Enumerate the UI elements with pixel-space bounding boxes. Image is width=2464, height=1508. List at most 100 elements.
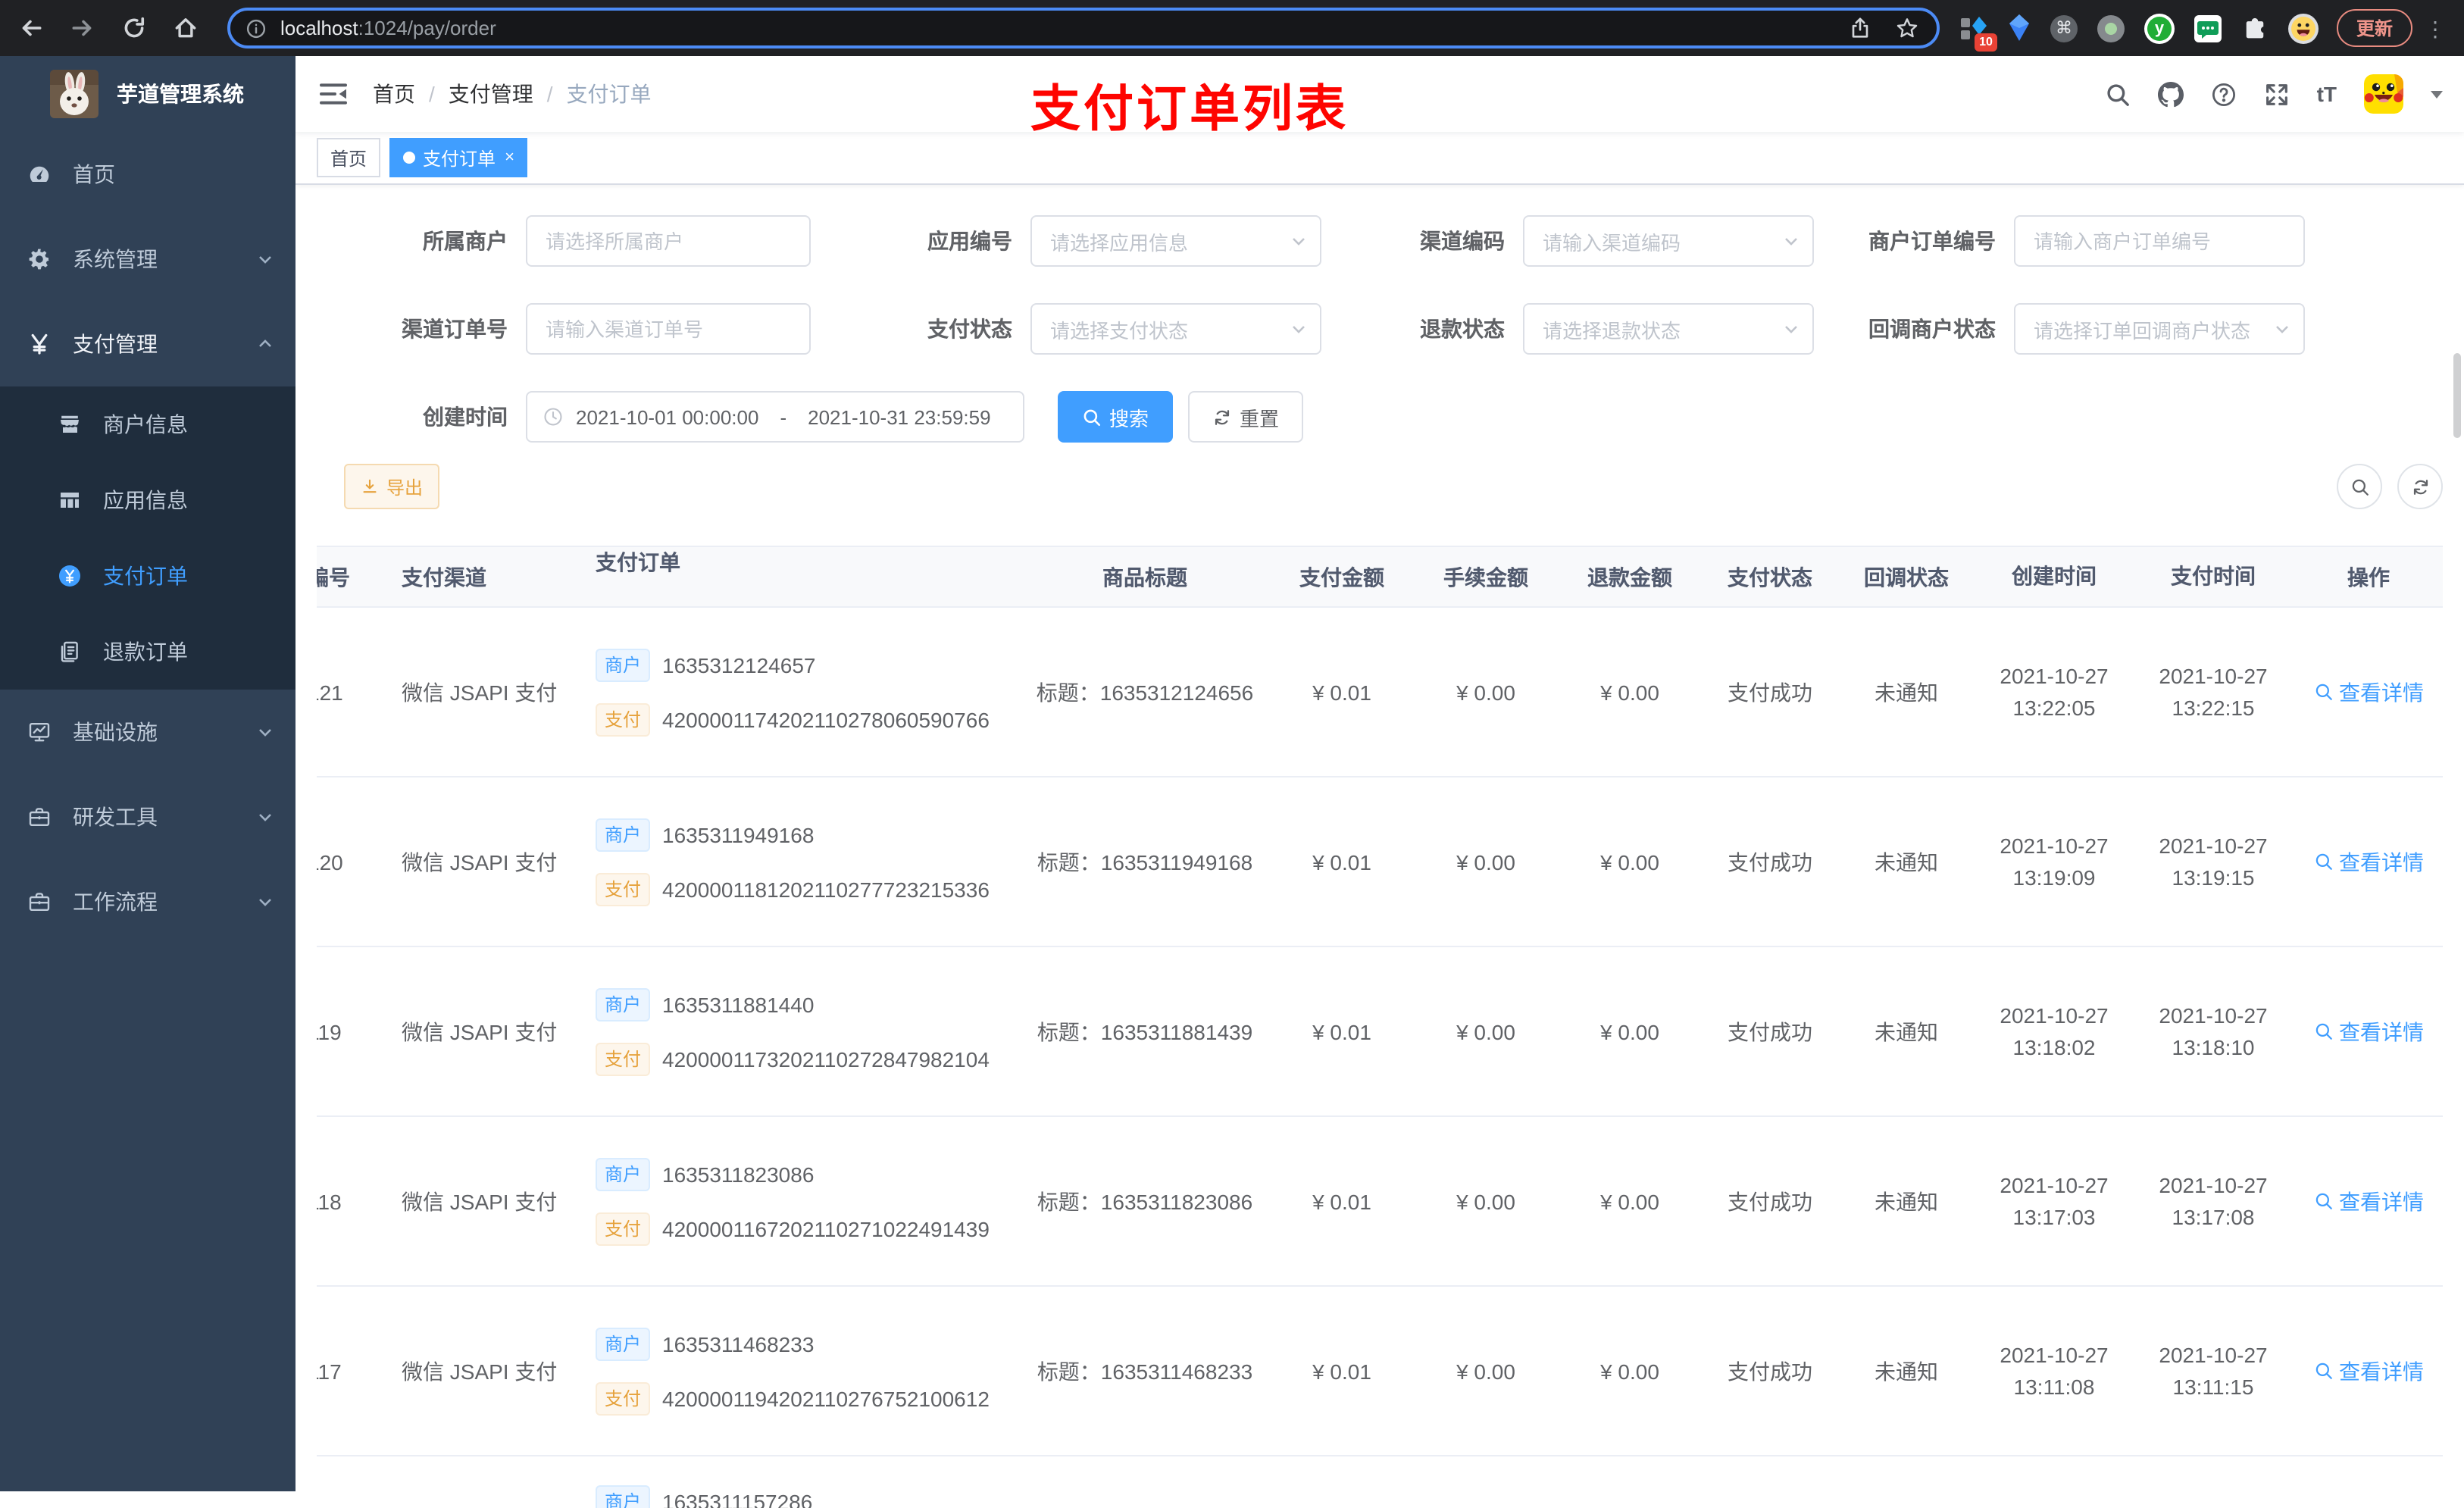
- cell-action: 查看详情: [2293, 1117, 2443, 1285]
- filter-label-channel-order-no: 渠道订单号: [402, 317, 508, 341]
- chevron-down-icon: [256, 893, 274, 911]
- filter-label-merchant: 所属商户: [423, 229, 508, 253]
- sidebar-item-merchant-info[interactable]: 商户信息: [0, 386, 295, 462]
- cell-pay-status: 支付成功: [1728, 1189, 1812, 1213]
- sidebar-item-pay-order[interactable]: 支付订单: [0, 538, 295, 614]
- table-row: 117 微信 JSAPI 支付 商户 1635311468233 支付 4200…: [317, 1287, 2443, 1456]
- avatar-caret-icon[interactable]: [2431, 90, 2443, 98]
- extension-y-icon[interactable]: y: [2143, 13, 2175, 43]
- export-button[interactable]: 导出: [344, 464, 440, 509]
- font-size-icon[interactable]: tT: [2317, 82, 2337, 106]
- github-icon[interactable]: [2157, 81, 2184, 107]
- address-bar[interactable]: localhost:1024/pay/order: [227, 8, 1940, 48]
- page: localhost:1024/pay/order 10 ⌘ y 更新 ⋮ 芋道管…: [0, 0, 2464, 1508]
- view-detail-link[interactable]: 查看详情: [2313, 1186, 2424, 1216]
- page-scrollbar[interactable]: [2453, 353, 2461, 438]
- sidebar-item-system[interactable]: 系统管理: [0, 217, 295, 302]
- tag-pay-order[interactable]: 支付订单 ×: [389, 138, 528, 177]
- browser-reload-icon[interactable]: [121, 15, 147, 41]
- extension-dot-icon[interactable]: [2097, 14, 2125, 42]
- table-row: 118 微信 JSAPI 支付 商户 1635311823086 支付 4200…: [317, 1117, 2443, 1287]
- sidebar: 芋道管理系统 首页 系统管理 支付管理 商户信息 应用信息 支付订单 退款订单 …: [0, 56, 295, 1491]
- range-start-value: 2021-10-01 00:00:00: [576, 405, 759, 428]
- browser-extensions: 10 ⌘ y: [1958, 13, 2319, 51]
- tag-home[interactable]: 首页: [317, 138, 381, 177]
- merchant-order-no-input[interactable]: [2014, 215, 2305, 267]
- view-detail-link[interactable]: 查看详情: [2313, 1356, 2424, 1386]
- extension-command-icon[interactable]: ⌘: [2050, 14, 2078, 42]
- cell-pay-status: 支付成功: [1728, 849, 1812, 874]
- cell-paid: 2021-10-27 13:18:10: [2159, 1003, 2268, 1059]
- bookmark-star-icon[interactable]: [1896, 17, 1918, 39]
- pay-order-no: 4200001174202110278060590766: [662, 707, 990, 731]
- notify-status-select[interactable]: 请选择订单回调商户状态: [2014, 303, 2305, 355]
- col-header-channel: 支付渠道: [402, 565, 486, 589]
- browser-back-icon[interactable]: [18, 15, 44, 41]
- sidebar-item-app-info[interactable]: 应用信息: [0, 462, 295, 538]
- site-info-icon[interactable]: [245, 17, 267, 39]
- sidebar-logo[interactable]: 芋道管理系统: [0, 56, 295, 132]
- refund-status-select[interactable]: 请选择退款状态: [1523, 303, 1814, 355]
- filter-label-channel-code: 渠道编码: [1420, 229, 1505, 253]
- sidebar-item-infrastructure[interactable]: 基础设施: [0, 690, 295, 774]
- sidebar-item-label: 基础设施: [73, 720, 158, 744]
- fullscreen-icon[interactable]: [2264, 81, 2290, 107]
- cell-channel: 微信 JSAPI 支付: [402, 680, 558, 704]
- sidebar-item-payment[interactable]: 支付管理: [0, 302, 295, 386]
- close-icon[interactable]: ×: [505, 149, 514, 166]
- view-detail-link[interactable]: 查看详情: [2313, 677, 2424, 707]
- chevron-down-icon: [1290, 232, 1308, 250]
- yen-icon: [27, 332, 52, 356]
- table-row-partial: 商户 1635311157286: [317, 1456, 2443, 1508]
- extension-chat-icon[interactable]: [2194, 14, 2222, 42]
- active-dot-icon: [403, 152, 416, 164]
- browser-toolbar: localhost:1024/pay/order 10 ⌘ y 更新 ⋮: [0, 0, 2464, 56]
- browser-home-icon[interactable]: [173, 15, 199, 41]
- extension-emoji-icon[interactable]: [2287, 13, 2319, 43]
- navbar-actions: tT: [2105, 74, 2443, 114]
- pay-tag: 支付: [596, 702, 651, 736]
- user-avatar[interactable]: [2364, 74, 2403, 114]
- breadcrumb-parent[interactable]: 支付管理: [449, 79, 533, 109]
- sidebar-item-refund-order[interactable]: 退款订单: [0, 614, 295, 690]
- browser-forward-icon[interactable]: [70, 15, 95, 41]
- create-time-range-picker[interactable]: 2021-10-01 00:00:00 - 2021-10-31 23:59:5…: [526, 391, 1024, 443]
- share-icon[interactable]: [1849, 17, 1871, 39]
- briefcase-icon: [27, 890, 52, 914]
- filter-label-merchant-order-no: 商户订单编号: [1868, 229, 1996, 253]
- pay-status-select[interactable]: 请选择支付状态: [1030, 303, 1321, 355]
- hide-search-button[interactable]: [2337, 464, 2382, 509]
- extension-gem-icon[interactable]: [2008, 14, 2031, 42]
- cell-paid: 2021-10-27 13:17:08: [2159, 1172, 2268, 1228]
- annotation-overlay: 支付订单列表: [1030, 80, 1349, 136]
- extension-boards-icon[interactable]: 10: [1958, 13, 1997, 51]
- cell-action: 查看详情: [2293, 608, 2443, 776]
- view-detail-link[interactable]: 查看详情: [2313, 1016, 2424, 1047]
- view-detail-link[interactable]: 查看详情: [2313, 846, 2424, 877]
- top-navbar: 首页 / 支付管理 / 支付订单 tT 支付订单列表: [295, 56, 2464, 136]
- merchant-input[interactable]: [526, 215, 811, 267]
- shop-icon: [58, 412, 82, 436]
- browser-update-button[interactable]: 更新: [2336, 9, 2412, 47]
- extensions-puzzle-icon[interactable]: [2241, 14, 2269, 42]
- sidebar-item-label: 首页: [73, 162, 115, 186]
- sidebar-item-workflow[interactable]: 工作流程: [0, 859, 295, 944]
- browser-menu-icon[interactable]: ⋮: [2422, 17, 2449, 39]
- search-button[interactable]: 搜索: [1058, 391, 1174, 443]
- sidebar-item-label: 工作流程: [73, 890, 158, 914]
- app-select[interactable]: 请选择应用信息: [1030, 215, 1321, 267]
- merchant-tag: 商户: [596, 1327, 651, 1360]
- sidebar-item-devtools[interactable]: 研发工具: [0, 774, 295, 859]
- refresh-button[interactable]: [2397, 464, 2443, 509]
- breadcrumb-home[interactable]: 首页: [373, 79, 415, 109]
- reset-button[interactable]: 重置: [1188, 391, 1304, 443]
- search-icon[interactable]: [2105, 81, 2131, 107]
- cell-paid: 2021-10-27 13:19:15: [2159, 833, 2268, 889]
- channel-code-select[interactable]: 请输入渠道编码: [1523, 215, 1814, 267]
- sidebar-item-home[interactable]: 首页: [0, 132, 295, 217]
- pay-tag: 支付: [596, 1212, 651, 1245]
- help-icon[interactable]: [2211, 81, 2237, 107]
- merchant-order-no: 1635311468233: [662, 1331, 815, 1356]
- channel-order-no-input[interactable]: [526, 303, 811, 355]
- sidebar-collapse-icon[interactable]: [318, 79, 349, 109]
